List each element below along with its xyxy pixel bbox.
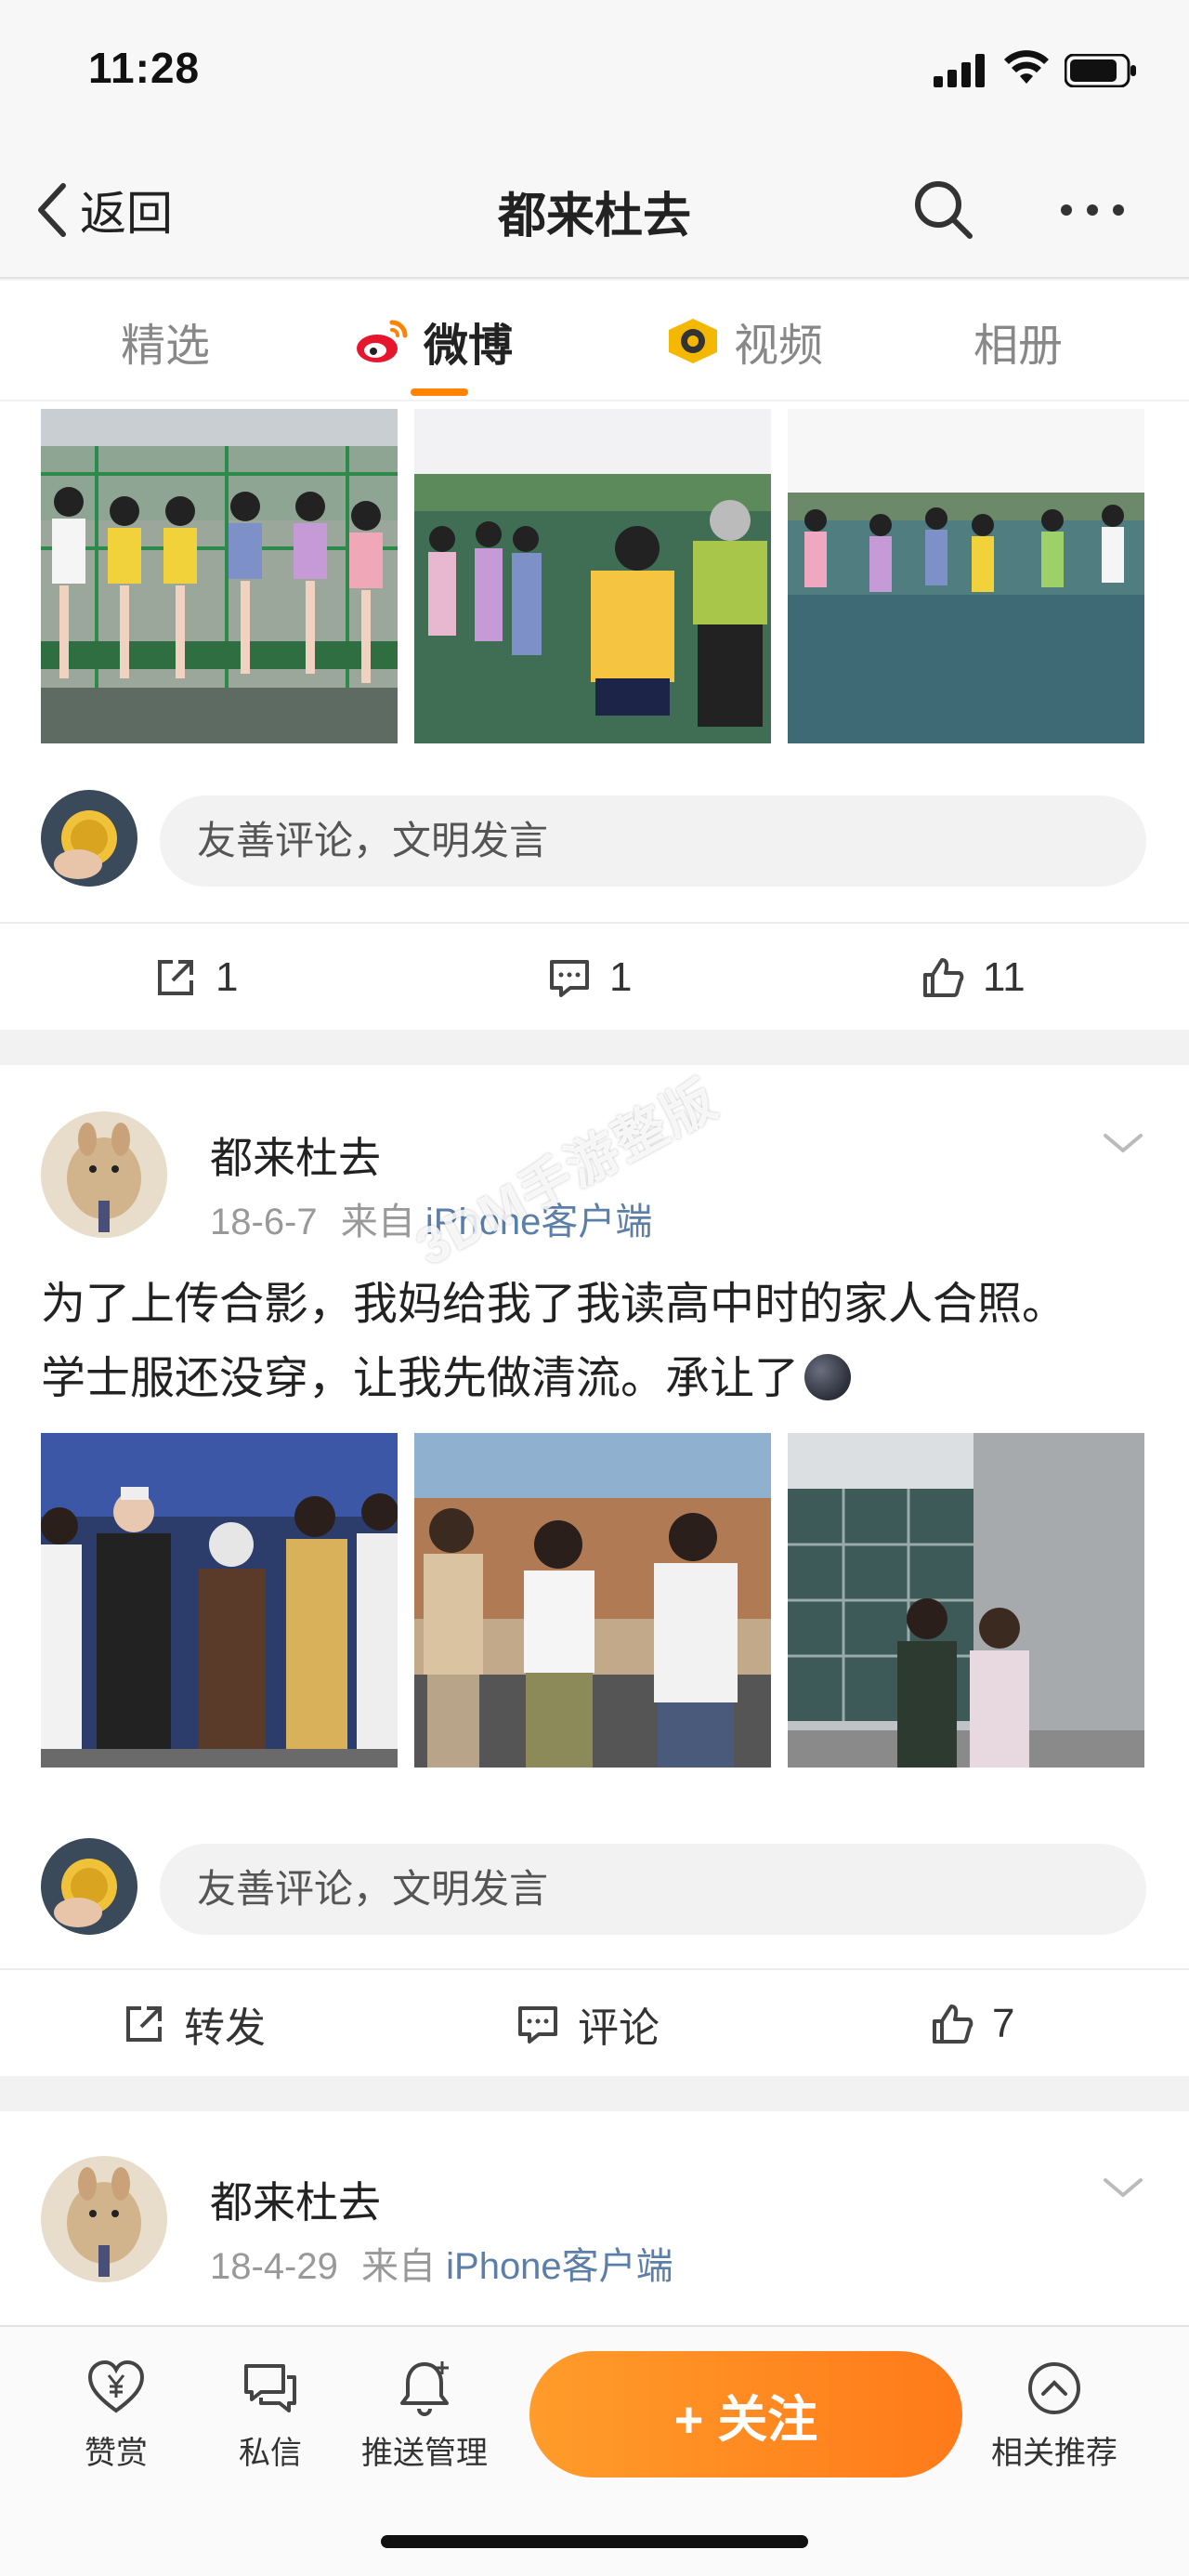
- comment-icon: [518, 2006, 557, 2044]
- like-count: 11: [983, 954, 1026, 1000]
- heart-yen-icon: [87, 2359, 145, 2413]
- action-bar: 1 1 11: [0, 922, 1189, 1030]
- message-label: 私信: [239, 2436, 302, 2471]
- status-time: 11:28: [88, 44, 201, 92]
- wifi-icon: [1004, 50, 1049, 84]
- author-name[interactable]: 都来杜去: [210, 2169, 381, 2230]
- back-button[interactable]: 返回: [33, 175, 173, 245]
- post-card: 都来杜去 18-6-7 来自 iPhone客户端 为了上传合影，我妈给我了我读高…: [0, 1065, 1189, 2076]
- post-text-line: 为了上传合影，我妈给我了我读高中时的家人合照。: [41, 1280, 1067, 1329]
- post-text-content: 学士服还没穿，让我先做清流。承让了: [41, 1354, 800, 1403]
- page-title: 都来杜去: [497, 190, 691, 243]
- tab-album[interactable]: 相册: [973, 309, 1063, 374]
- post-card: 友善评论，文明发言 1 1 11: [0, 401, 1189, 1030]
- comment-input[interactable]: 友善评论，文明发言: [160, 795, 1146, 887]
- author-avatar[interactable]: [41, 1111, 167, 1238]
- home-indicator: [381, 2535, 808, 2548]
- chat-icon: [244, 2364, 296, 2412]
- post-meta: 18-4-29 来自 iPhone客户端: [210, 2236, 673, 2290]
- post-photo[interactable]: [788, 409, 1144, 743]
- moon-emoji-icon: [804, 1354, 852, 1400]
- more-icon[interactable]: [1055, 182, 1130, 238]
- post-header: 都来杜去 18-4-29 来自 iPhone客户端: [41, 2156, 1146, 2287]
- nav-bar: 返回 都来杜去: [0, 139, 1189, 279]
- repost-count: 1: [216, 954, 239, 1000]
- post-date: 18-4-29: [210, 2246, 338, 2287]
- active-tab-indicator: [411, 388, 468, 396]
- post-card: 都来杜去 18-4-29 来自 iPhone客户端: [0, 2111, 1189, 2327]
- avatar: [41, 1838, 137, 1935]
- tab-label: 精选: [121, 322, 211, 371]
- post-photo[interactable]: [788, 1433, 1144, 1768]
- author-name[interactable]: 都来杜去: [210, 1124, 381, 1186]
- post-date: 18-6-7: [210, 1202, 318, 1242]
- tab-weibo[interactable]: 微博: [355, 309, 513, 374]
- bell-icon: [400, 2361, 449, 2416]
- repost-icon: [158, 960, 193, 995]
- post-text: 为了上传合影，我妈给我了我读高中时的家人合照。 学士服还没穿，让我先做清流。承让…: [41, 1268, 1156, 1416]
- related-label: 相关推荐: [991, 2436, 1117, 2471]
- tab-label: 微博: [424, 322, 514, 371]
- back-label: 返回: [80, 188, 173, 240]
- like-button[interactable]: 11: [920, 924, 1026, 1032]
- status-bar: 11:28: [0, 0, 1189, 139]
- repost-button[interactable]: 1: [152, 924, 238, 1032]
- profile-tabs: 精选 微博 视频 相册: [0, 281, 1189, 400]
- post-photo[interactable]: [41, 1433, 398, 1768]
- tab-label: 相册: [973, 322, 1064, 371]
- follow-button[interactable]: + 关注: [529, 2351, 962, 2477]
- comment-row: 友善评论，文明发言: [41, 790, 1146, 892]
- repost-button[interactable]: 转发: [121, 1970, 266, 2078]
- weibo-logo-icon: [357, 320, 408, 362]
- post-photo[interactable]: [41, 409, 398, 743]
- reward-label: 赞赏: [85, 2436, 148, 2471]
- comment-icon: [550, 960, 589, 997]
- like-count: 7: [992, 2001, 1015, 2046]
- source-prefix: 来自: [340, 1202, 415, 1242]
- chevron-up-circle-icon: [1028, 2362, 1080, 2414]
- like-button[interactable]: 7: [929, 1970, 1014, 2078]
- post-text-line: 学士服还没穿，让我先做清流。承让了: [41, 1342, 1156, 1416]
- cellular-signal-icon: [934, 54, 985, 87]
- message-button[interactable]: 私信: [191, 2359, 349, 2473]
- related-button[interactable]: 相关推荐: [975, 2359, 1133, 2473]
- comment-input[interactable]: 友善评论，文明发言: [160, 1844, 1146, 1935]
- chevron-down-icon[interactable]: [1100, 1130, 1146, 1158]
- battery-icon: [1065, 54, 1136, 87]
- thumbs-up-icon: [923, 958, 964, 997]
- repost-icon: [126, 2006, 162, 2042]
- post-photo[interactable]: [414, 409, 771, 743]
- push-label: 推送管理: [361, 2436, 488, 2471]
- action-bar: 转发 评论 7: [0, 1968, 1189, 2076]
- comment-button[interactable]: 评论: [515, 1970, 660, 2078]
- reward-button[interactable]: 赞赏: [37, 2359, 195, 2473]
- search-icon[interactable]: [910, 177, 977, 243]
- tab-label: 视频: [734, 322, 824, 371]
- comment-row: 友善评论，文明发言: [41, 1838, 1146, 1940]
- photo-grid: [41, 409, 1144, 743]
- repost-label: 转发: [184, 2005, 266, 2051]
- avatar: [41, 790, 137, 887]
- author-avatar[interactable]: [41, 2156, 167, 2282]
- post-photo[interactable]: [414, 1433, 771, 1768]
- thumbs-up-icon: [933, 2004, 973, 2044]
- comment-label: 评论: [578, 2005, 660, 2051]
- chevron-left-icon: [38, 183, 66, 237]
- tab-video[interactable]: 视频: [665, 309, 823, 374]
- push-settings-button[interactable]: 推送管理: [346, 2359, 503, 2473]
- comment-button[interactable]: 1: [546, 924, 632, 1032]
- profile-page: 11:28 返回 都来杜去 精选 微博 视频 相册 友善评论，文明发言 1 1 …: [0, 0, 1189, 2576]
- tab-featured[interactable]: 精选: [121, 309, 210, 374]
- comment-count: 1: [609, 954, 633, 1000]
- chevron-down-icon[interactable]: [1100, 2175, 1146, 2202]
- photo-grid: [41, 1433, 1144, 1768]
- source-prefix: 来自: [361, 2246, 436, 2287]
- video-logo-icon: [669, 319, 717, 363]
- source-link[interactable]: iPhone客户端: [446, 2246, 673, 2287]
